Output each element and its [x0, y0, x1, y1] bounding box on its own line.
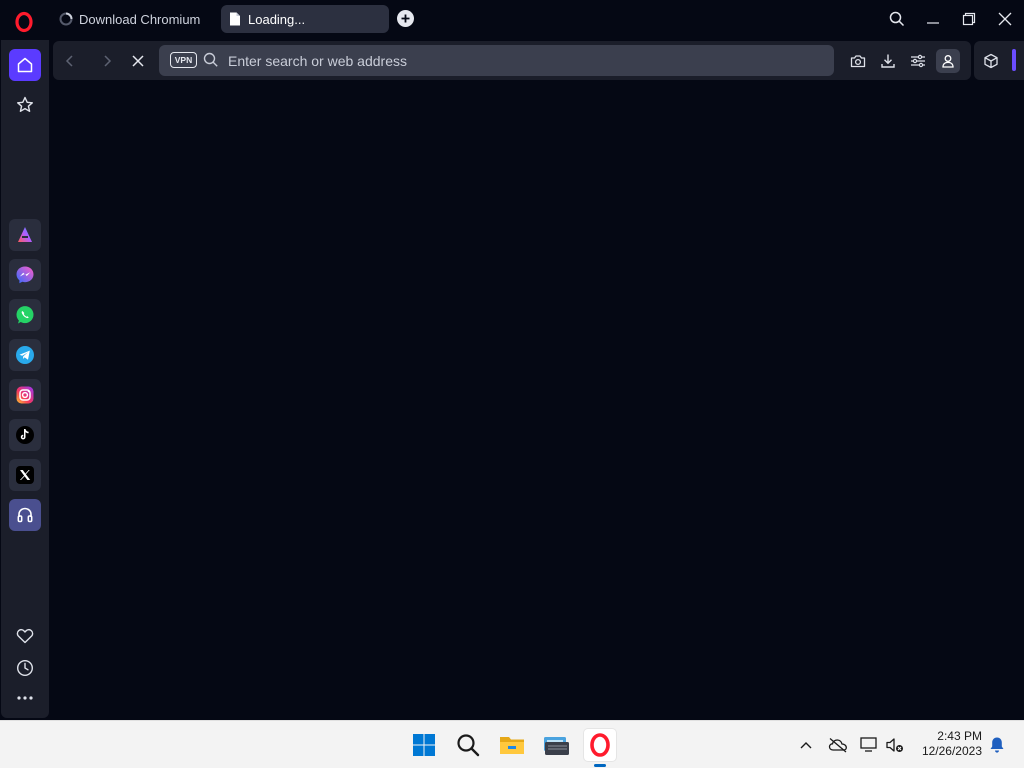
sidebar-item-home[interactable]	[9, 49, 41, 81]
sidebar-item-x[interactable]	[9, 459, 41, 491]
sidebar-item-instagram[interactable]	[9, 379, 41, 411]
camera-icon	[850, 55, 866, 68]
windows-icon	[413, 734, 435, 756]
sidebar	[1, 40, 49, 718]
x-icon	[16, 466, 34, 484]
chevron-up-icon	[800, 742, 812, 749]
sidebar-item-music-player[interactable]	[9, 499, 41, 531]
more-icon	[17, 696, 33, 700]
messenger-icon	[16, 266, 34, 284]
toolbar: VPN	[53, 41, 971, 80]
taskbar-search-button[interactable]	[452, 729, 484, 761]
extensions-button[interactable]	[979, 49, 1003, 73]
sidebar-item-pinboards[interactable]	[9, 620, 41, 652]
file-explorer-button[interactable]	[496, 729, 528, 761]
accent-indicator	[1012, 49, 1016, 71]
close-icon	[132, 55, 144, 67]
volume-button[interactable]	[884, 734, 906, 756]
star-icon	[17, 96, 33, 112]
new-tab-button[interactable]	[397, 10, 414, 27]
restore-button[interactable]	[958, 8, 980, 30]
chevron-right-icon	[104, 55, 112, 67]
cloud-offline-icon	[828, 738, 847, 753]
sidebar-item-tiktok[interactable]	[9, 419, 41, 451]
folder-icon	[500, 737, 524, 754]
minimize-icon	[927, 22, 939, 24]
clock-date: 12/26/2023	[921, 744, 982, 758]
settings-sliders-icon	[911, 54, 925, 68]
cube-icon	[984, 53, 998, 69]
sidebar-item-whatsapp[interactable]	[9, 299, 41, 331]
extensions-toolbar	[974, 41, 1024, 80]
taskbar-clock[interactable]: 2:43 PM 12/26/2023	[910, 729, 982, 759]
tiktok-icon	[16, 426, 34, 444]
network-button[interactable]	[858, 734, 880, 756]
download-icon	[881, 54, 895, 68]
address-input[interactable]	[228, 50, 818, 71]
close-icon	[998, 12, 1012, 26]
opera-taskbar-button[interactable]	[584, 729, 616, 761]
user-icon	[942, 55, 954, 68]
forward-button[interactable]	[96, 50, 118, 72]
opera-menu-icon[interactable]	[12, 10, 36, 34]
onedrive-button[interactable]	[827, 734, 849, 756]
page-content	[53, 82, 1024, 718]
sidebar-item-messenger[interactable]	[9, 259, 41, 291]
sidebar-item-history[interactable]	[9, 652, 41, 684]
sidebar-item-more[interactable]	[9, 682, 41, 714]
search-icon	[889, 11, 905, 27]
minimize-button[interactable]	[922, 8, 944, 30]
easy-setup-button[interactable]	[906, 49, 930, 73]
active-app-indicator	[594, 764, 606, 767]
tab-label: Loading...	[248, 11, 306, 27]
opera-icon	[590, 733, 610, 757]
headphones-icon	[17, 507, 33, 523]
stop-loading-button[interactable]	[127, 50, 149, 72]
back-button[interactable]	[59, 50, 81, 72]
close-window-button[interactable]	[994, 8, 1016, 30]
tab-download-chromium[interactable]: Download Chromium	[56, 5, 214, 33]
home-icon	[17, 57, 33, 73]
tab-label: Download Chromium	[79, 11, 201, 27]
document-icon	[227, 11, 243, 27]
sidebar-item-speed-dial[interactable]	[9, 89, 41, 121]
instagram-icon	[16, 386, 34, 404]
speaker-muted-icon	[886, 738, 903, 752]
downloads-button[interactable]	[876, 49, 900, 73]
start-button[interactable]	[408, 729, 440, 761]
snapshot-button[interactable]	[846, 49, 870, 73]
tab-loading[interactable]: Loading...	[221, 5, 389, 33]
aria-icon	[18, 227, 32, 242]
clock-time: 2:43 PM	[937, 729, 982, 743]
touch-keyboard-app-button[interactable]	[540, 729, 572, 761]
show-hidden-icons-button[interactable]	[795, 734, 817, 756]
taskbar: 2:43 PM 12/26/2023	[0, 720, 1024, 768]
tab-search-button[interactable]	[886, 8, 908, 30]
address-bar[interactable]: VPN	[159, 45, 834, 76]
search-icon	[203, 52, 219, 73]
keyboard-app-icon	[544, 737, 569, 755]
tab-strip: Download Chromium Loading...	[0, 0, 1024, 40]
restore-icon	[962, 12, 976, 26]
heart-icon	[16, 628, 34, 644]
whatsapp-icon	[16, 306, 34, 324]
profile-button[interactable]	[936, 49, 960, 73]
network-disconnected-icon	[860, 737, 877, 752]
search-icon	[457, 734, 480, 757]
sidebar-item-telegram[interactable]	[9, 339, 41, 371]
plus-icon	[401, 14, 410, 23]
notifications-button[interactable]	[986, 734, 1008, 756]
vpn-badge[interactable]: VPN	[170, 52, 197, 68]
clock-icon	[16, 659, 34, 677]
bell-icon	[990, 737, 1004, 753]
loading-spinner-icon	[58, 11, 74, 27]
sidebar-item-aria[interactable]	[9, 219, 41, 251]
chevron-left-icon	[65, 55, 73, 67]
telegram-icon	[16, 346, 34, 364]
